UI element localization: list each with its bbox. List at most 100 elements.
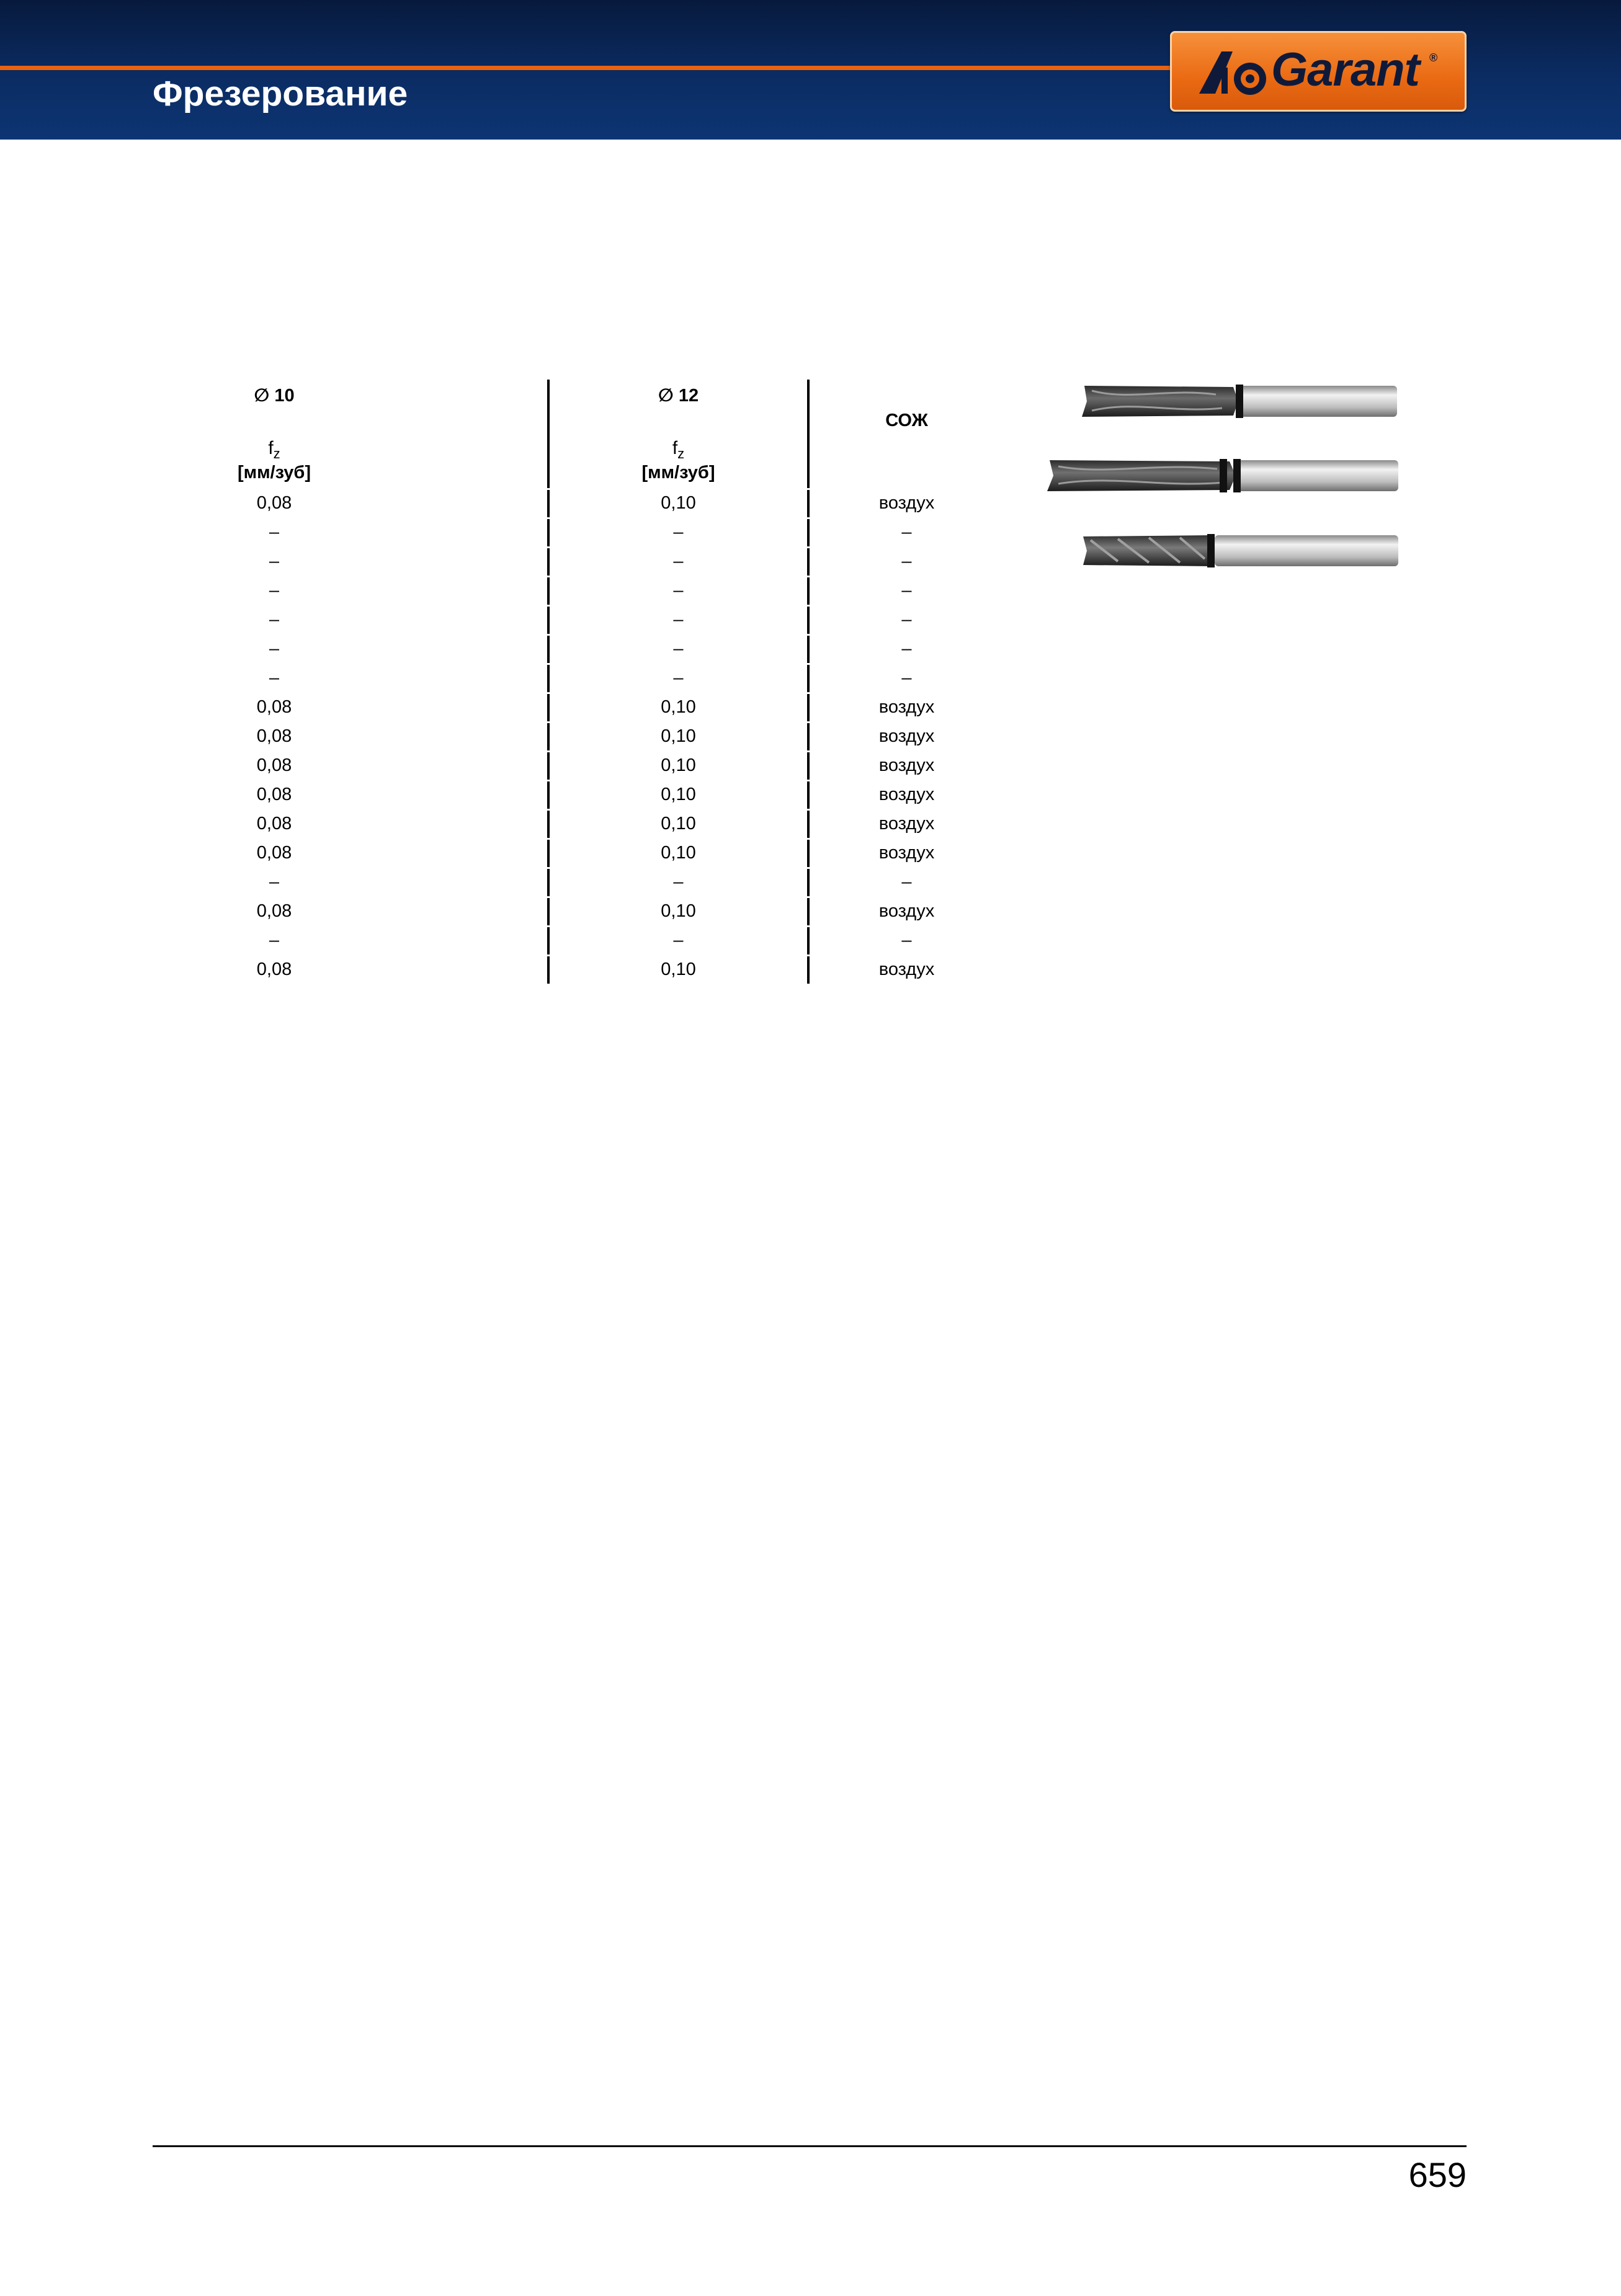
- column-divider: [807, 781, 810, 809]
- column-divider: [547, 956, 550, 984]
- column-divider: [807, 927, 810, 954]
- table-cell: воздух: [878, 901, 935, 921]
- table-cell: –: [673, 551, 684, 571]
- table-cell: 0,10: [661, 493, 696, 513]
- column-divider: [547, 519, 550, 546]
- table-cell: –: [901, 639, 912, 659]
- table-cell: –: [269, 610, 280, 630]
- table-cell: 0,08: [256, 726, 292, 746]
- header-cell-d10: ∅ 10 fz [мм/зуб]: [0, 380, 548, 488]
- column-divider: [807, 548, 810, 576]
- table-cell: воздух: [878, 726, 935, 746]
- column-divider: [547, 577, 550, 605]
- diameter-label: ∅ 12: [658, 386, 699, 406]
- column-divider: [807, 723, 810, 750]
- column-divider: [547, 694, 550, 721]
- table-cell: воздух: [878, 755, 935, 775]
- table-cell: 0,10: [661, 785, 696, 804]
- table-cell: воздух: [878, 959, 935, 979]
- column-divider: [807, 898, 810, 925]
- table-cell: –: [901, 581, 912, 600]
- table-cell: –: [673, 872, 684, 892]
- column-divider: [547, 380, 550, 488]
- table-cell: –: [673, 610, 684, 630]
- table-cell: –: [269, 522, 280, 542]
- end-mill-tool-3: [1083, 534, 1398, 567]
- table-cell: 0,08: [256, 697, 292, 717]
- column-divider: [807, 577, 810, 605]
- column-divider: [547, 490, 550, 517]
- page-title: Фрезерование: [153, 74, 408, 113]
- garant-logo: Garant ®: [1170, 31, 1467, 112]
- table-cell: 0,10: [661, 697, 696, 717]
- unit-label: [мм/зуб]: [237, 463, 311, 483]
- table-cell: 0,08: [256, 493, 292, 513]
- column-divider: [547, 869, 550, 896]
- column-divider: [807, 665, 810, 692]
- table-cell: –: [901, 610, 912, 630]
- table-cell: 0,10: [661, 901, 696, 921]
- column-divider: [547, 665, 550, 692]
- table-cell: –: [901, 522, 912, 542]
- header-cell-d12: ∅ 12 fz [мм/зуб]: [548, 380, 808, 488]
- column-divider: [547, 811, 550, 838]
- table-cell: 0,10: [661, 726, 696, 746]
- feed-label: fz: [672, 438, 685, 461]
- column-divider: [807, 811, 810, 838]
- column-divider: [807, 636, 810, 663]
- column-divider: [547, 781, 550, 809]
- registered-mark: ®: [1429, 51, 1438, 64]
- column-divider: [547, 927, 550, 954]
- table-cell: 0,08: [256, 843, 292, 863]
- table-cell: 0,10: [661, 755, 696, 775]
- unit-label: [мм/зуб]: [641, 463, 715, 483]
- table-cell: 0,08: [256, 785, 292, 804]
- table-cell: воздух: [878, 493, 935, 513]
- column-divider: [807, 519, 810, 546]
- table-cell: –: [269, 639, 280, 659]
- table-cell: 0,10: [661, 843, 696, 863]
- table-cell: 0,08: [256, 755, 292, 775]
- column-divider: [807, 607, 810, 634]
- column-divider: [547, 548, 550, 576]
- logo-wordmark: Garant: [1271, 43, 1420, 96]
- table-cell: –: [269, 930, 280, 950]
- table-cell: воздух: [878, 843, 935, 863]
- table-cell: –: [673, 668, 684, 688]
- coolant-label: СОЖ: [885, 411, 928, 430]
- table-cell: 0,08: [256, 814, 292, 834]
- table-cell: –: [269, 551, 280, 571]
- footer-divider: [153, 2145, 1467, 2147]
- column-divider: [547, 840, 550, 867]
- end-mill-tool-2: [1047, 459, 1398, 492]
- column-divider: [807, 380, 810, 488]
- column-divider: [807, 956, 810, 984]
- table-cell: –: [269, 581, 280, 600]
- header-cell-coolant: СОЖ: [808, 380, 1005, 488]
- column-divider: [547, 607, 550, 634]
- page-header: Фрезерование Garant ®: [0, 0, 1621, 140]
- table-cell: воздух: [878, 814, 935, 834]
- end-mill-tool-1: [1082, 385, 1397, 418]
- column-divider: [547, 898, 550, 925]
- column-divider: [547, 752, 550, 780]
- garant-logo-icon: [1199, 51, 1266, 95]
- header-accent-line: [0, 66, 1179, 70]
- column-divider: [807, 694, 810, 721]
- table-cell: –: [673, 639, 684, 659]
- table-cell: –: [901, 551, 912, 571]
- table-cell: 0,10: [661, 814, 696, 834]
- table-cell: –: [673, 522, 684, 542]
- column-divider: [807, 840, 810, 867]
- table-cell: воздух: [878, 697, 935, 717]
- table-cell: –: [269, 668, 280, 688]
- table-cell: –: [269, 872, 280, 892]
- column-divider: [547, 636, 550, 663]
- table-cell: 0,08: [256, 901, 292, 921]
- page-number: 659: [1408, 2155, 1467, 2194]
- table-cell: 0,08: [256, 959, 292, 979]
- table-cell: –: [673, 930, 684, 950]
- diameter-label: ∅ 10: [254, 386, 295, 406]
- column-divider: [807, 752, 810, 780]
- table-cell: –: [673, 581, 684, 600]
